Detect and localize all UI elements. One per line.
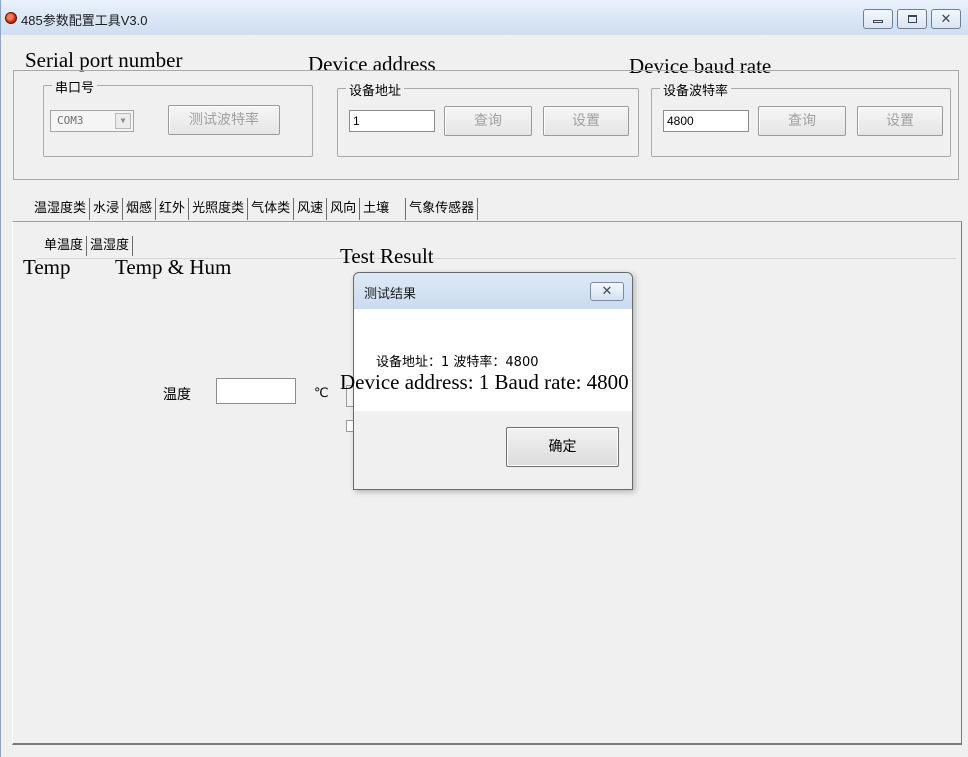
temperature-input[interactable]	[216, 378, 296, 404]
close-icon: ✕	[601, 284, 613, 299]
temperature-label: 温度	[163, 387, 191, 403]
tab-temp-hum[interactable]: 温湿度	[87, 236, 134, 256]
ok-button[interactable]: 确定	[506, 427, 619, 467]
app-logo-icon	[5, 12, 17, 24]
device-address-input[interactable]: 1	[349, 110, 435, 132]
maximize-icon	[907, 15, 917, 23]
caption-dialog-translation: Device address: 1 Baud rate: 4800	[340, 370, 629, 394]
tab-wind-direction[interactable]: 风向	[327, 198, 361, 220]
dialog-title-bar[interactable]: 测试结果 ✕	[354, 273, 632, 309]
title-bar[interactable]: 485参数配置工具V3.0 ✕	[1, 0, 968, 35]
dialog-close-button[interactable]: ✕	[590, 282, 624, 301]
device-baud-group: 设备波特率 4800 查询 设置	[651, 80, 951, 157]
tab-water[interactable]: 水浸	[90, 198, 124, 220]
tab-infrared[interactable]: 红外	[156, 198, 190, 220]
test-baud-button[interactable]: 测试波特率	[168, 105, 280, 135]
tab-weather[interactable]: 气象传感器	[406, 198, 479, 220]
caption-temp: Temp	[23, 255, 71, 279]
address-query-button[interactable]: 查询	[444, 106, 532, 136]
inner-tabs: 单温度 温湿度	[41, 236, 134, 256]
sensor-tabs: 温湿度类 水浸 烟感 红外 光照度类 气体类 风速 风向 土壤 气象传感器	[31, 196, 479, 220]
config-group: 串口号 COM3 ▼ 测试波特率 设备地址 1 查询 设置 设备波特率 4800…	[13, 70, 959, 180]
serial-port-group: 串口号 COM3 ▼ 测试波特率	[43, 77, 313, 157]
device-baud-input[interactable]: 4800	[663, 110, 749, 132]
caption-temp-hum: Temp & Hum	[115, 255, 232, 279]
device-address-group: 设备地址 1 查询 设置	[337, 80, 639, 157]
tab-wind-speed[interactable]: 风速	[294, 198, 328, 220]
baud-query-button[interactable]: 查询	[758, 106, 846, 136]
tab-single-temp[interactable]: 单温度	[41, 236, 88, 256]
dialog-title: 测试结果	[364, 287, 417, 302]
serial-port-legend: 串口号	[52, 77, 98, 96]
window-title: 485参数配置工具V3.0	[21, 13, 148, 28]
close-icon: ✕	[940, 11, 952, 27]
device-address-legend: 设备地址	[346, 80, 405, 99]
tab-temp-humidity[interactable]: 温湿度类	[31, 198, 91, 220]
tab-soil[interactable]: 土壤	[360, 198, 407, 220]
window-controls: ✕	[863, 9, 961, 29]
baud-set-button[interactable]: 设置	[857, 106, 943, 136]
device-baud-legend: 设备波特率	[660, 80, 732, 99]
dialog-body: 设备地址：1 波特率：4800	[354, 309, 632, 411]
tab-illuminance[interactable]: 光照度类	[189, 198, 249, 220]
tab-smoke[interactable]: 烟感	[123, 198, 157, 220]
maximize-button[interactable]	[897, 9, 927, 29]
caption-test-result: Test Result	[340, 244, 434, 268]
chevron-down-icon[interactable]: ▼	[115, 113, 131, 129]
minimize-icon	[873, 20, 883, 23]
close-button[interactable]: ✕	[931, 9, 961, 29]
tab-gas[interactable]: 气体类	[248, 198, 295, 220]
main-window: 485参数配置工具V3.0 ✕ Serial port number Devic…	[0, 0, 968, 757]
com-port-select[interactable]: COM3 ▼	[50, 110, 134, 132]
minimize-button[interactable]	[863, 9, 893, 29]
celsius-unit: ℃	[314, 386, 329, 401]
address-set-button[interactable]: 设置	[543, 106, 629, 136]
dialog-message: 设备地址：1 波特率：4800	[376, 355, 539, 370]
com-port-value: COM3	[57, 114, 84, 127]
